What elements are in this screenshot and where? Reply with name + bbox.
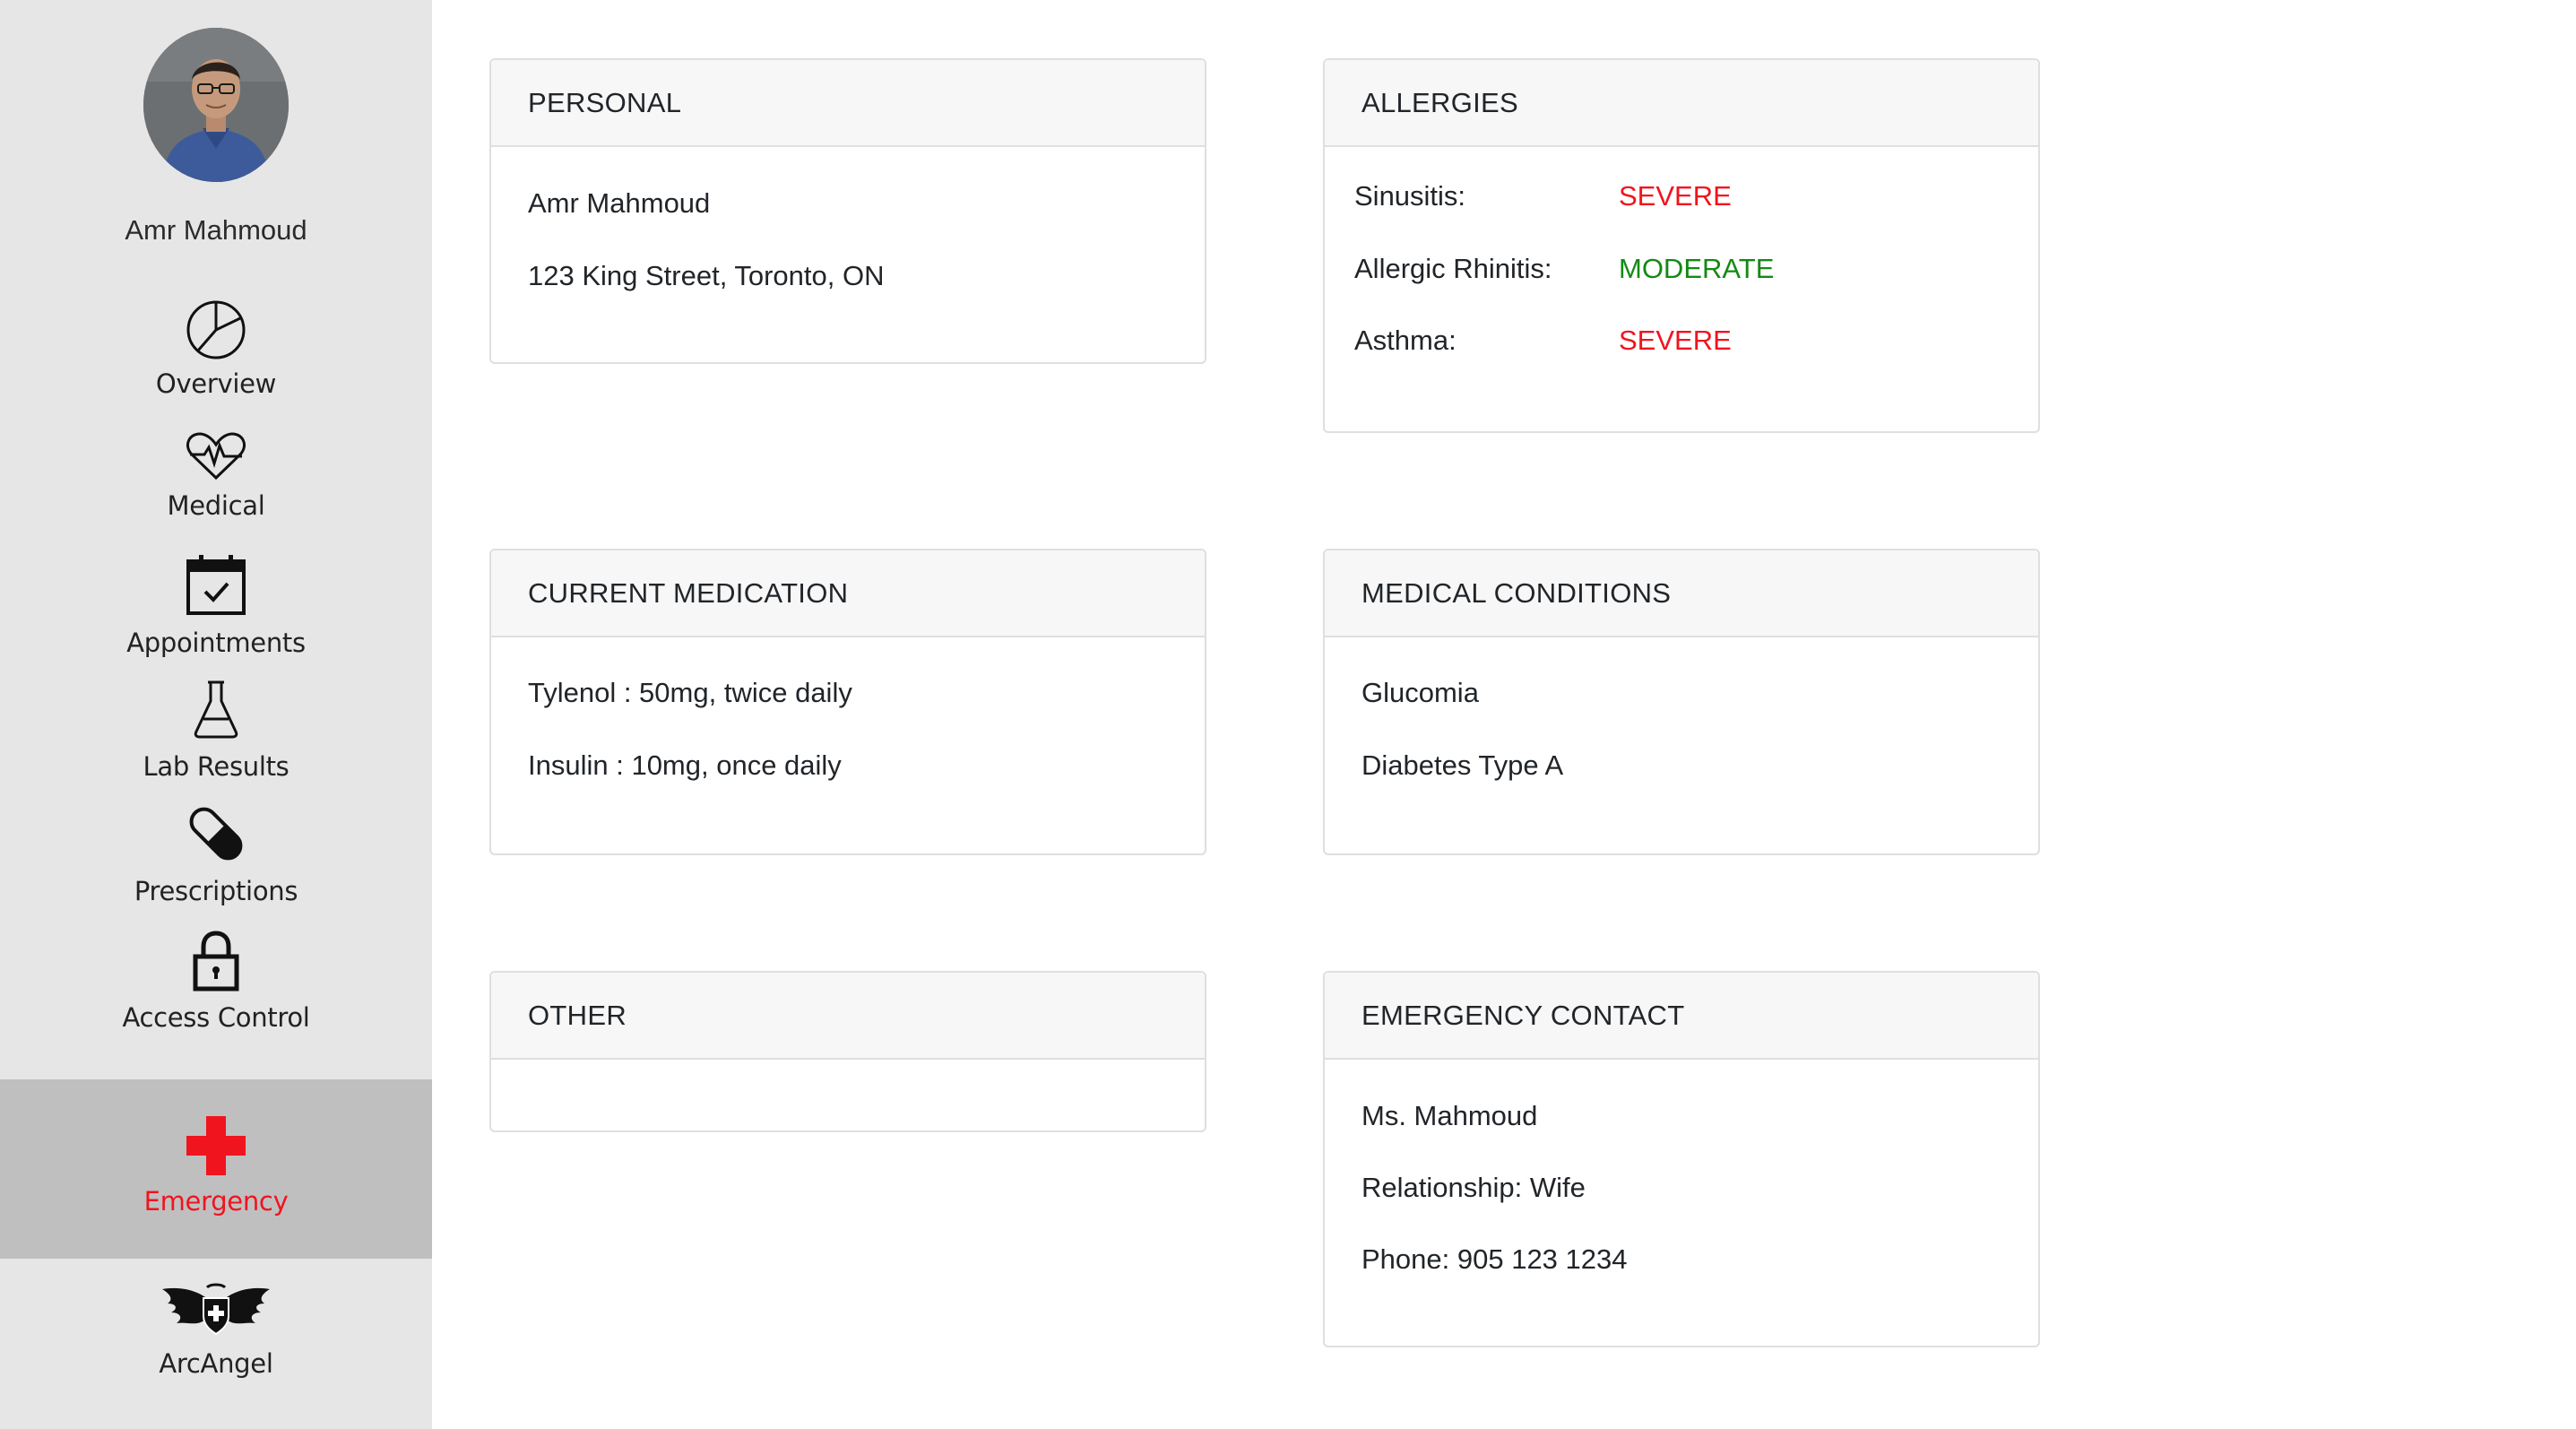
nav-overview[interactable]: Overview xyxy=(0,299,432,399)
allergies-card-title: ALLERGIES xyxy=(1325,60,2038,147)
winged-shield-icon xyxy=(162,1283,270,1336)
other-card-title: OTHER xyxy=(491,973,1205,1060)
personal-card-title: PERSONAL xyxy=(491,60,1205,147)
contact-phone: Phone: 905 123 1234 xyxy=(1361,1243,1628,1275)
nav-lab-results[interactable]: Lab Results xyxy=(0,680,432,782)
nav-access-control-label: Access Control xyxy=(122,1002,310,1033)
lock-icon xyxy=(193,931,239,992)
user-name: Amr Mahmoud xyxy=(125,214,307,246)
other-card: OTHER xyxy=(489,971,1206,1132)
allergy-severity: SEVERE xyxy=(1619,180,1732,212)
calendar-check-icon xyxy=(186,555,246,615)
nav-prescriptions[interactable]: Prescriptions xyxy=(0,802,432,906)
allergy-name: Sinusitis: xyxy=(1354,180,1466,212)
personal-card: PERSONAL Amr Mahmoud 123 King Street, To… xyxy=(489,58,1206,364)
medical-conditions-card-title: MEDICAL CONDITIONS xyxy=(1325,550,2038,637)
medication-item: Tylenol : 50mg, twice daily xyxy=(528,677,852,708)
pie-chart-icon xyxy=(186,300,246,359)
allergy-name: Asthma: xyxy=(1354,325,1457,356)
contact-name: Ms. Mahmoud xyxy=(1361,1100,1538,1131)
medication-item: Insulin : 10mg, once daily xyxy=(528,749,842,781)
condition-item: Glucomia xyxy=(1361,677,1479,708)
personal-address: 123 King Street, Toronto, ON xyxy=(528,260,885,291)
pill-icon xyxy=(189,807,243,861)
user-avatar[interactable] xyxy=(143,28,289,182)
nav-arcangel[interactable]: ArcAngel xyxy=(0,1280,432,1379)
nav-appointments[interactable]: Appointments xyxy=(0,554,432,658)
allergy-name: Allergic Rhinitis: xyxy=(1354,253,1552,284)
medical-conditions-card: MEDICAL CONDITIONS Glucomia Diabetes Typ… xyxy=(1323,549,2040,855)
current-medication-card: CURRENT MEDICATION Tylenol : 50mg, twice… xyxy=(489,549,1206,855)
personal-name: Amr Mahmoud xyxy=(528,187,711,219)
nav-emergency[interactable]: Emergency xyxy=(0,1079,432,1259)
allergy-severity: SEVERE xyxy=(1619,325,1732,356)
nav-medical[interactable]: Medical xyxy=(0,431,432,521)
nav-emergency-label: Emergency xyxy=(143,1186,289,1217)
sidebar: Amr Mahmoud Overview Medical Appointment… xyxy=(0,0,432,1429)
heart-pulse-icon xyxy=(186,432,246,481)
contact-relationship: Relationship: Wife xyxy=(1361,1172,1586,1203)
allergy-severity: MODERATE xyxy=(1619,253,1775,284)
emergency-contact-card-title: EMERGENCY CONTACT xyxy=(1325,973,2038,1060)
nav-medical-label: Medical xyxy=(167,490,265,521)
nav-lab-results-label: Lab Results xyxy=(143,751,290,782)
allergies-card: ALLERGIES Sinusitis: SEVERE Allergic Rhi… xyxy=(1323,58,2040,433)
flask-icon xyxy=(194,680,238,739)
nav-arcangel-label: ArcAngel xyxy=(159,1348,273,1379)
red-cross-icon xyxy=(186,1116,246,1175)
nav-overview-label: Overview xyxy=(155,368,277,399)
nav-appointments-label: Appointments xyxy=(126,628,306,658)
nav-access-control[interactable]: Access Control xyxy=(0,931,432,1033)
current-medication-card-title: CURRENT MEDICATION xyxy=(491,550,1205,637)
condition-item: Diabetes Type A xyxy=(1361,749,1564,781)
emergency-contact-card: EMERGENCY CONTACT Ms. Mahmoud Relationsh… xyxy=(1323,971,2040,1347)
nav-prescriptions-label: Prescriptions xyxy=(134,876,298,906)
